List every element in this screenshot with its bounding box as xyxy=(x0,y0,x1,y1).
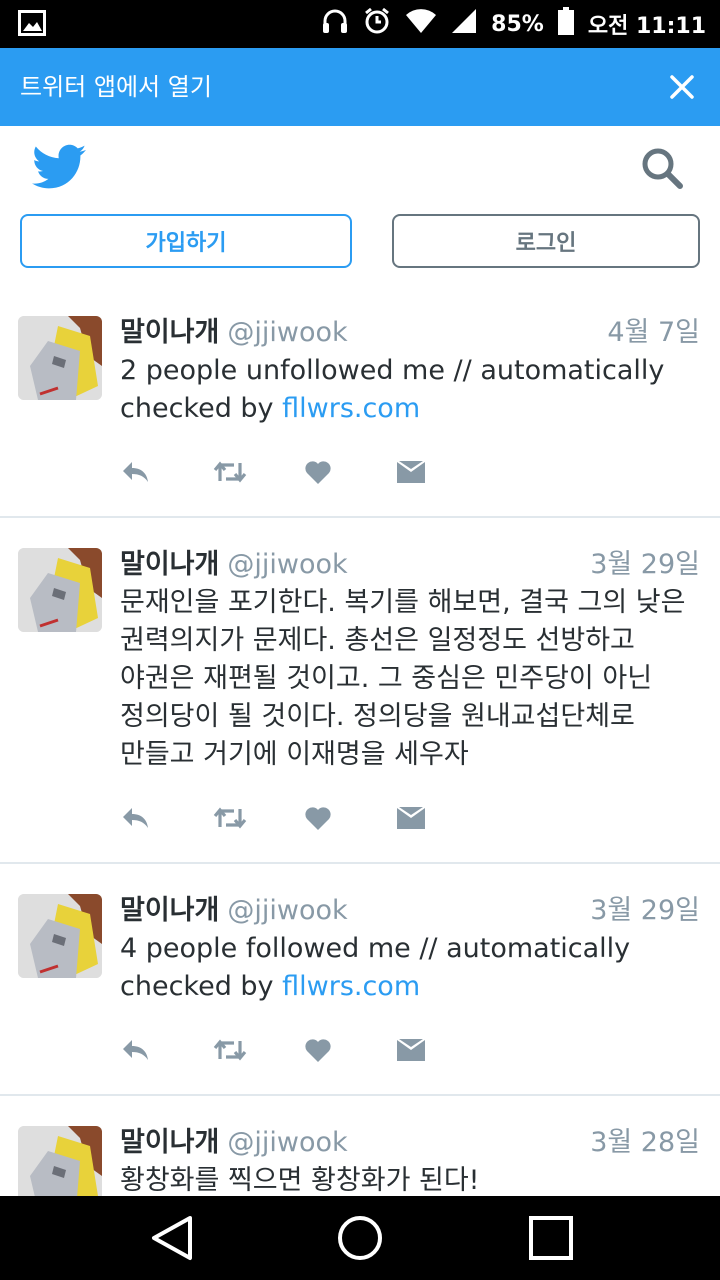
tweet-text: 4 people followed me // automatically ch… xyxy=(120,930,700,1006)
banner-text[interactable]: 트위터 앱에서 열기 xyxy=(20,48,212,126)
tweet[interactable]: 말이나개 @jjiwook 3월 29일 문재인을 포기한다. 복기를 해보면,… xyxy=(0,518,720,864)
close-icon[interactable] xyxy=(664,69,700,105)
like-icon[interactable] xyxy=(304,805,396,831)
tweet[interactable]: 말이나개 @jjiwook 4월 7일 2 people unfollowed … xyxy=(0,286,720,518)
navigation-bar xyxy=(0,1196,720,1280)
tweet-body: 황창화를 찍으면 황창화가 된다! xyxy=(120,1165,480,1196)
message-icon[interactable] xyxy=(396,1038,488,1062)
like-icon[interactable] xyxy=(304,1037,396,1063)
avatar[interactable] xyxy=(18,548,102,632)
tweet-date[interactable]: 3월 28일 xyxy=(590,1124,700,1162)
wifi-icon xyxy=(405,8,437,40)
tweet-link[interactable]: fllwrs.com xyxy=(282,971,420,1002)
twitter-bird-icon[interactable] xyxy=(32,144,86,194)
like-icon[interactable] xyxy=(304,459,396,485)
avatar[interactable] xyxy=(18,1126,102,1196)
battery-icon xyxy=(557,7,574,41)
status-bar: 85% 오전 11:11 xyxy=(0,0,720,48)
signup-button[interactable]: 가입하기 xyxy=(20,214,352,268)
signal-icon xyxy=(451,8,477,40)
header: 가입하기 로그인 xyxy=(0,126,720,288)
tweet[interactable]: 말이나개 @jjiwook 3월 28일 황창화를 찍으면 황창화가 된다! xyxy=(0,1096,720,1196)
tweet-link[interactable]: fllwrs.com xyxy=(282,393,420,424)
headphones-icon xyxy=(321,7,349,41)
tweet-actions xyxy=(120,774,700,862)
tweet-actions xyxy=(120,1006,700,1094)
tweet-text: 문재인을 포기한다. 복기를 해보면, 결국 그의 낮은 권력의지가 문제다. … xyxy=(120,584,700,774)
tweet-author-handle[interactable]: @jjiwook xyxy=(227,892,347,930)
tweet-date[interactable]: 3월 29일 xyxy=(590,892,700,930)
tweet-body: 문재인을 포기한다. 복기를 해보면, 결국 그의 낮은 권력의지가 문제다. … xyxy=(120,587,686,770)
avatar[interactable] xyxy=(18,894,102,978)
home-icon[interactable] xyxy=(334,1208,386,1272)
clock: 오전 11:11 xyxy=(587,14,706,39)
message-icon[interactable] xyxy=(396,806,488,830)
tweet-author-handle[interactable]: @jjiwook xyxy=(227,314,347,352)
tweet-author-name[interactable]: 말이나개 xyxy=(120,546,219,584)
tweet-text: 황창화를 찍으면 황창화가 된다! xyxy=(120,1162,700,1196)
retweet-icon[interactable] xyxy=(212,459,304,485)
tweet-author-name[interactable]: 말이나개 xyxy=(120,1124,219,1162)
tweet-date[interactable]: 4월 7일 xyxy=(607,314,700,352)
back-icon[interactable] xyxy=(146,1208,196,1272)
tweet-author-handle[interactable]: @jjiwook xyxy=(227,546,347,584)
image-icon xyxy=(18,10,46,40)
tweet[interactable]: 말이나개 @jjiwook 3월 29일 4 people followed m… xyxy=(0,864,720,1096)
tweet-date[interactable]: 3월 29일 xyxy=(590,546,700,584)
open-in-app-banner[interactable]: 트위터 앱에서 열기 xyxy=(0,48,720,126)
search-icon[interactable] xyxy=(640,146,684,194)
avatar[interactable] xyxy=(18,316,102,400)
reply-icon[interactable] xyxy=(120,1037,212,1063)
reply-icon[interactable] xyxy=(120,805,212,831)
retweet-icon[interactable] xyxy=(212,1037,304,1063)
tweet-author-handle[interactable]: @jjiwook xyxy=(227,1124,347,1162)
login-button[interactable]: 로그인 xyxy=(392,214,700,268)
battery-percent: 85% xyxy=(491,11,544,37)
tweet-actions xyxy=(120,428,700,516)
retweet-icon[interactable] xyxy=(212,805,304,831)
tweet-author-name[interactable]: 말이나개 xyxy=(120,314,219,352)
recents-icon[interactable] xyxy=(526,1208,576,1272)
tweet-author-name[interactable]: 말이나개 xyxy=(120,892,219,930)
tweet-text: 2 people unfollowed me // automatically … xyxy=(120,352,700,428)
timeline[interactable]: 말이나개 @jjiwook 4월 7일 2 people unfollowed … xyxy=(0,286,720,1196)
reply-icon[interactable] xyxy=(120,459,212,485)
alarm-icon xyxy=(363,7,391,41)
message-icon[interactable] xyxy=(396,460,488,484)
